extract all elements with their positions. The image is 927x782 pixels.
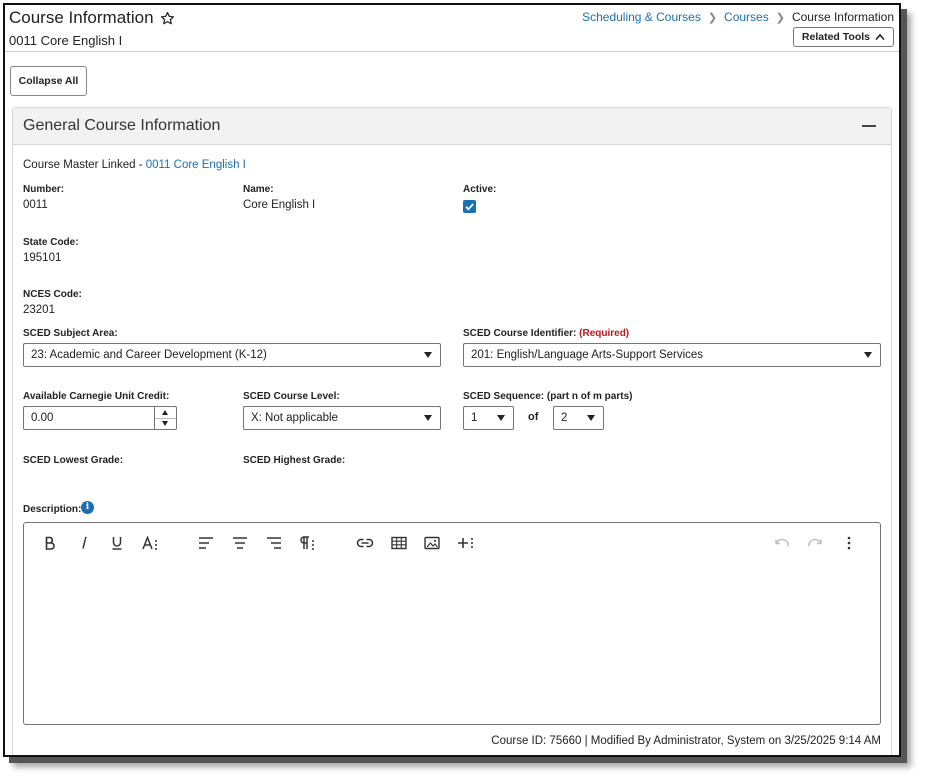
name-label: Name:	[243, 184, 274, 195]
nces-code-label: NCES Code:	[23, 289, 82, 300]
sced-level-value: X: Not applicable	[251, 412, 338, 424]
sced-subject-select[interactable]: 23: Academic and Career Development (K-1…	[23, 343, 441, 367]
course-modified-meta: Course ID: 75660 | Modified By Administr…	[491, 735, 881, 747]
table-icon[interactable]	[389, 533, 409, 553]
italic-icon[interactable]	[74, 533, 94, 553]
sced-identifier-label-text: SCED Course Identifier:	[463, 328, 580, 339]
description-editor[interactable]	[23, 522, 881, 725]
dropdown-caret-icon	[424, 352, 432, 358]
breadcrumb: Scheduling & Courses ❯ Courses ❯ Course …	[582, 10, 894, 24]
sced-level-label: SCED Course Level:	[243, 391, 340, 402]
align-center-icon[interactable]	[230, 533, 250, 553]
page-title-text: Course Information	[9, 8, 154, 27]
sced-sequence-of: of	[528, 411, 539, 423]
breadcrumb-courses[interactable]: Courses	[724, 10, 769, 24]
sced-subject-label: SCED Subject Area:	[23, 328, 118, 339]
header-divider	[5, 51, 899, 52]
number-value: 0011	[23, 199, 48, 211]
page-title: Course Information	[9, 8, 175, 28]
collapse-all-button[interactable]: Collapse All	[10, 66, 87, 96]
required-indicator: (Required)	[579, 328, 630, 339]
related-tools-button[interactable]: Related Tools	[792, 27, 894, 47]
paragraph-icon[interactable]	[298, 533, 318, 553]
undo-icon[interactable]	[772, 533, 792, 553]
more-options-icon[interactable]	[839, 533, 859, 553]
checkmark-icon	[465, 203, 474, 211]
panel-header[interactable]: General Course Information	[13, 108, 891, 145]
nces-code-value: 23201	[23, 304, 55, 316]
star-icon[interactable]	[160, 11, 175, 26]
active-checkbox[interactable]	[463, 200, 476, 213]
sced-sequence-n-select[interactable]: 1	[463, 406, 514, 430]
dropdown-caret-icon	[497, 415, 505, 421]
spin-down-icon[interactable]	[162, 421, 168, 426]
chevron-right-icon: ❯	[707, 11, 718, 24]
sced-identifier-select[interactable]: 201: English/Language Arts-Support Servi…	[463, 343, 881, 367]
course-master-linked: Course Master Linked - 0011 Core English…	[23, 159, 246, 171]
spin-up-icon[interactable]	[162, 410, 168, 415]
sced-sequence-m-value: 2	[561, 412, 568, 424]
insert-more-icon[interactable]	[456, 533, 476, 553]
info-icon[interactable]: i	[81, 501, 94, 514]
carnegie-label: Available Carnegie Unit Credit:	[23, 391, 170, 402]
carnegie-credit-input[interactable]: 0.00	[23, 406, 177, 430]
number-spinner[interactable]	[154, 407, 176, 429]
course-master-prefix: Course Master Linked -	[23, 159, 146, 171]
collapse-minus-icon[interactable]	[862, 125, 876, 127]
align-left-icon[interactable]	[196, 533, 216, 553]
related-tools-label: Related Tools	[801, 31, 870, 43]
description-label: Description:	[23, 504, 82, 515]
active-label: Active:	[463, 184, 497, 195]
dropdown-caret-icon	[587, 415, 595, 421]
spinner-divider	[155, 418, 176, 419]
state-code-label: State Code:	[23, 237, 79, 248]
align-right-icon[interactable]	[264, 533, 284, 553]
number-label: Number:	[23, 184, 65, 195]
link-icon[interactable]	[355, 533, 375, 553]
carnegie-credit-value: 0.00	[31, 412, 54, 424]
sced-subject-value: 23: Academic and Career Development (K-1…	[31, 349, 267, 361]
image-icon[interactable]	[422, 533, 442, 553]
course-master-link[interactable]: 0011 Core English I	[146, 159, 246, 171]
sced-level-select[interactable]: X: Not applicable	[243, 406, 441, 430]
chevron-up-icon	[875, 33, 885, 41]
dropdown-caret-icon	[424, 415, 432, 421]
sced-sequence-m-select[interactable]: 2	[553, 406, 604, 430]
sced-identifier-label: SCED Course Identifier: (Required)	[463, 328, 629, 339]
name-value: Core English I	[243, 199, 316, 211]
sced-identifier-value: 201: English/Language Arts-Support Servi…	[471, 349, 704, 361]
chevron-right-icon: ❯	[775, 11, 785, 24]
sced-sequence-label: SCED Sequence: (part n of m parts)	[463, 391, 633, 402]
dropdown-caret-icon	[864, 352, 872, 358]
sced-highest-grade-label: SCED Highest Grade:	[243, 455, 346, 466]
font-size-icon[interactable]	[141, 533, 161, 553]
bold-icon[interactable]	[40, 533, 60, 553]
general-course-information-panel: General Course Information Course Master…	[12, 107, 892, 755]
underline-icon[interactable]	[107, 533, 127, 553]
redo-icon[interactable]	[805, 533, 825, 553]
course-subtitle: 0011 Core English I	[9, 33, 123, 48]
sced-lowest-grade-label: SCED Lowest Grade:	[23, 455, 124, 466]
breadcrumb-scheduling-courses[interactable]: Scheduling & Courses	[582, 10, 701, 24]
panel-title: General Course Information	[23, 117, 221, 134]
sced-sequence-n-value: 1	[471, 412, 478, 424]
breadcrumb-current: Course Information	[791, 10, 894, 24]
state-code-value: 195101	[23, 252, 62, 264]
course-information-window: Course Information 0011 Core English I S…	[3, 3, 901, 757]
